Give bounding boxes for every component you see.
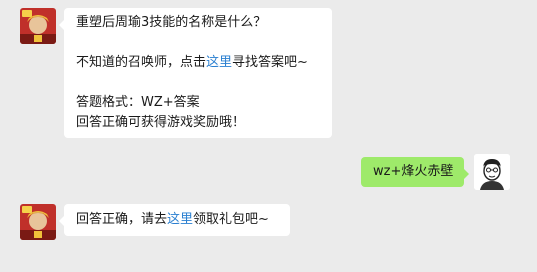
reward-text: 回答正确可获得游戏奖励哦！ [76, 115, 246, 130]
game-hero-avatar-icon [20, 8, 56, 44]
gift-link[interactable]: 这里 [167, 212, 193, 227]
answer-format-text: 答题格式：WZ+答案 [76, 95, 200, 110]
user-avatar[interactable] [474, 154, 510, 190]
user-answer-bubble: wz+烽火赤壁 [361, 157, 469, 187]
reply-text: 回答正确，请去这里领取礼包吧~ [76, 210, 278, 230]
bot-avatar[interactable] [20, 8, 56, 44]
reply-suffix: 领取礼包吧~ [193, 212, 269, 227]
hint-suffix: 寻找答案吧~ [232, 55, 308, 70]
hint-prefix: 不知道的召唤师，点击 [76, 55, 207, 70]
user-answer-text: wz+烽火赤壁 [373, 164, 454, 179]
answer-link[interactable]: 这里 [206, 55, 232, 70]
bot-reply-bubble: 回答正确，请去这里领取礼包吧~ [59, 204, 290, 236]
bot-question-bubble: 重塑后周瑜3技能的名称是什么？ 不知道的召唤师，点击这里寻找答案吧~ 答题格式：… [59, 8, 332, 138]
reply-prefix: 回答正确，请去 [76, 212, 168, 227]
user-portrait-avatar-icon [474, 154, 510, 190]
hint-text: 不知道的召唤师，点击这里寻找答案吧~ [76, 53, 320, 73]
game-hero-avatar-icon [20, 204, 56, 240]
bot-avatar[interactable] [20, 204, 56, 240]
question-text: 重塑后周瑜3技能的名称是什么？ [76, 15, 267, 30]
